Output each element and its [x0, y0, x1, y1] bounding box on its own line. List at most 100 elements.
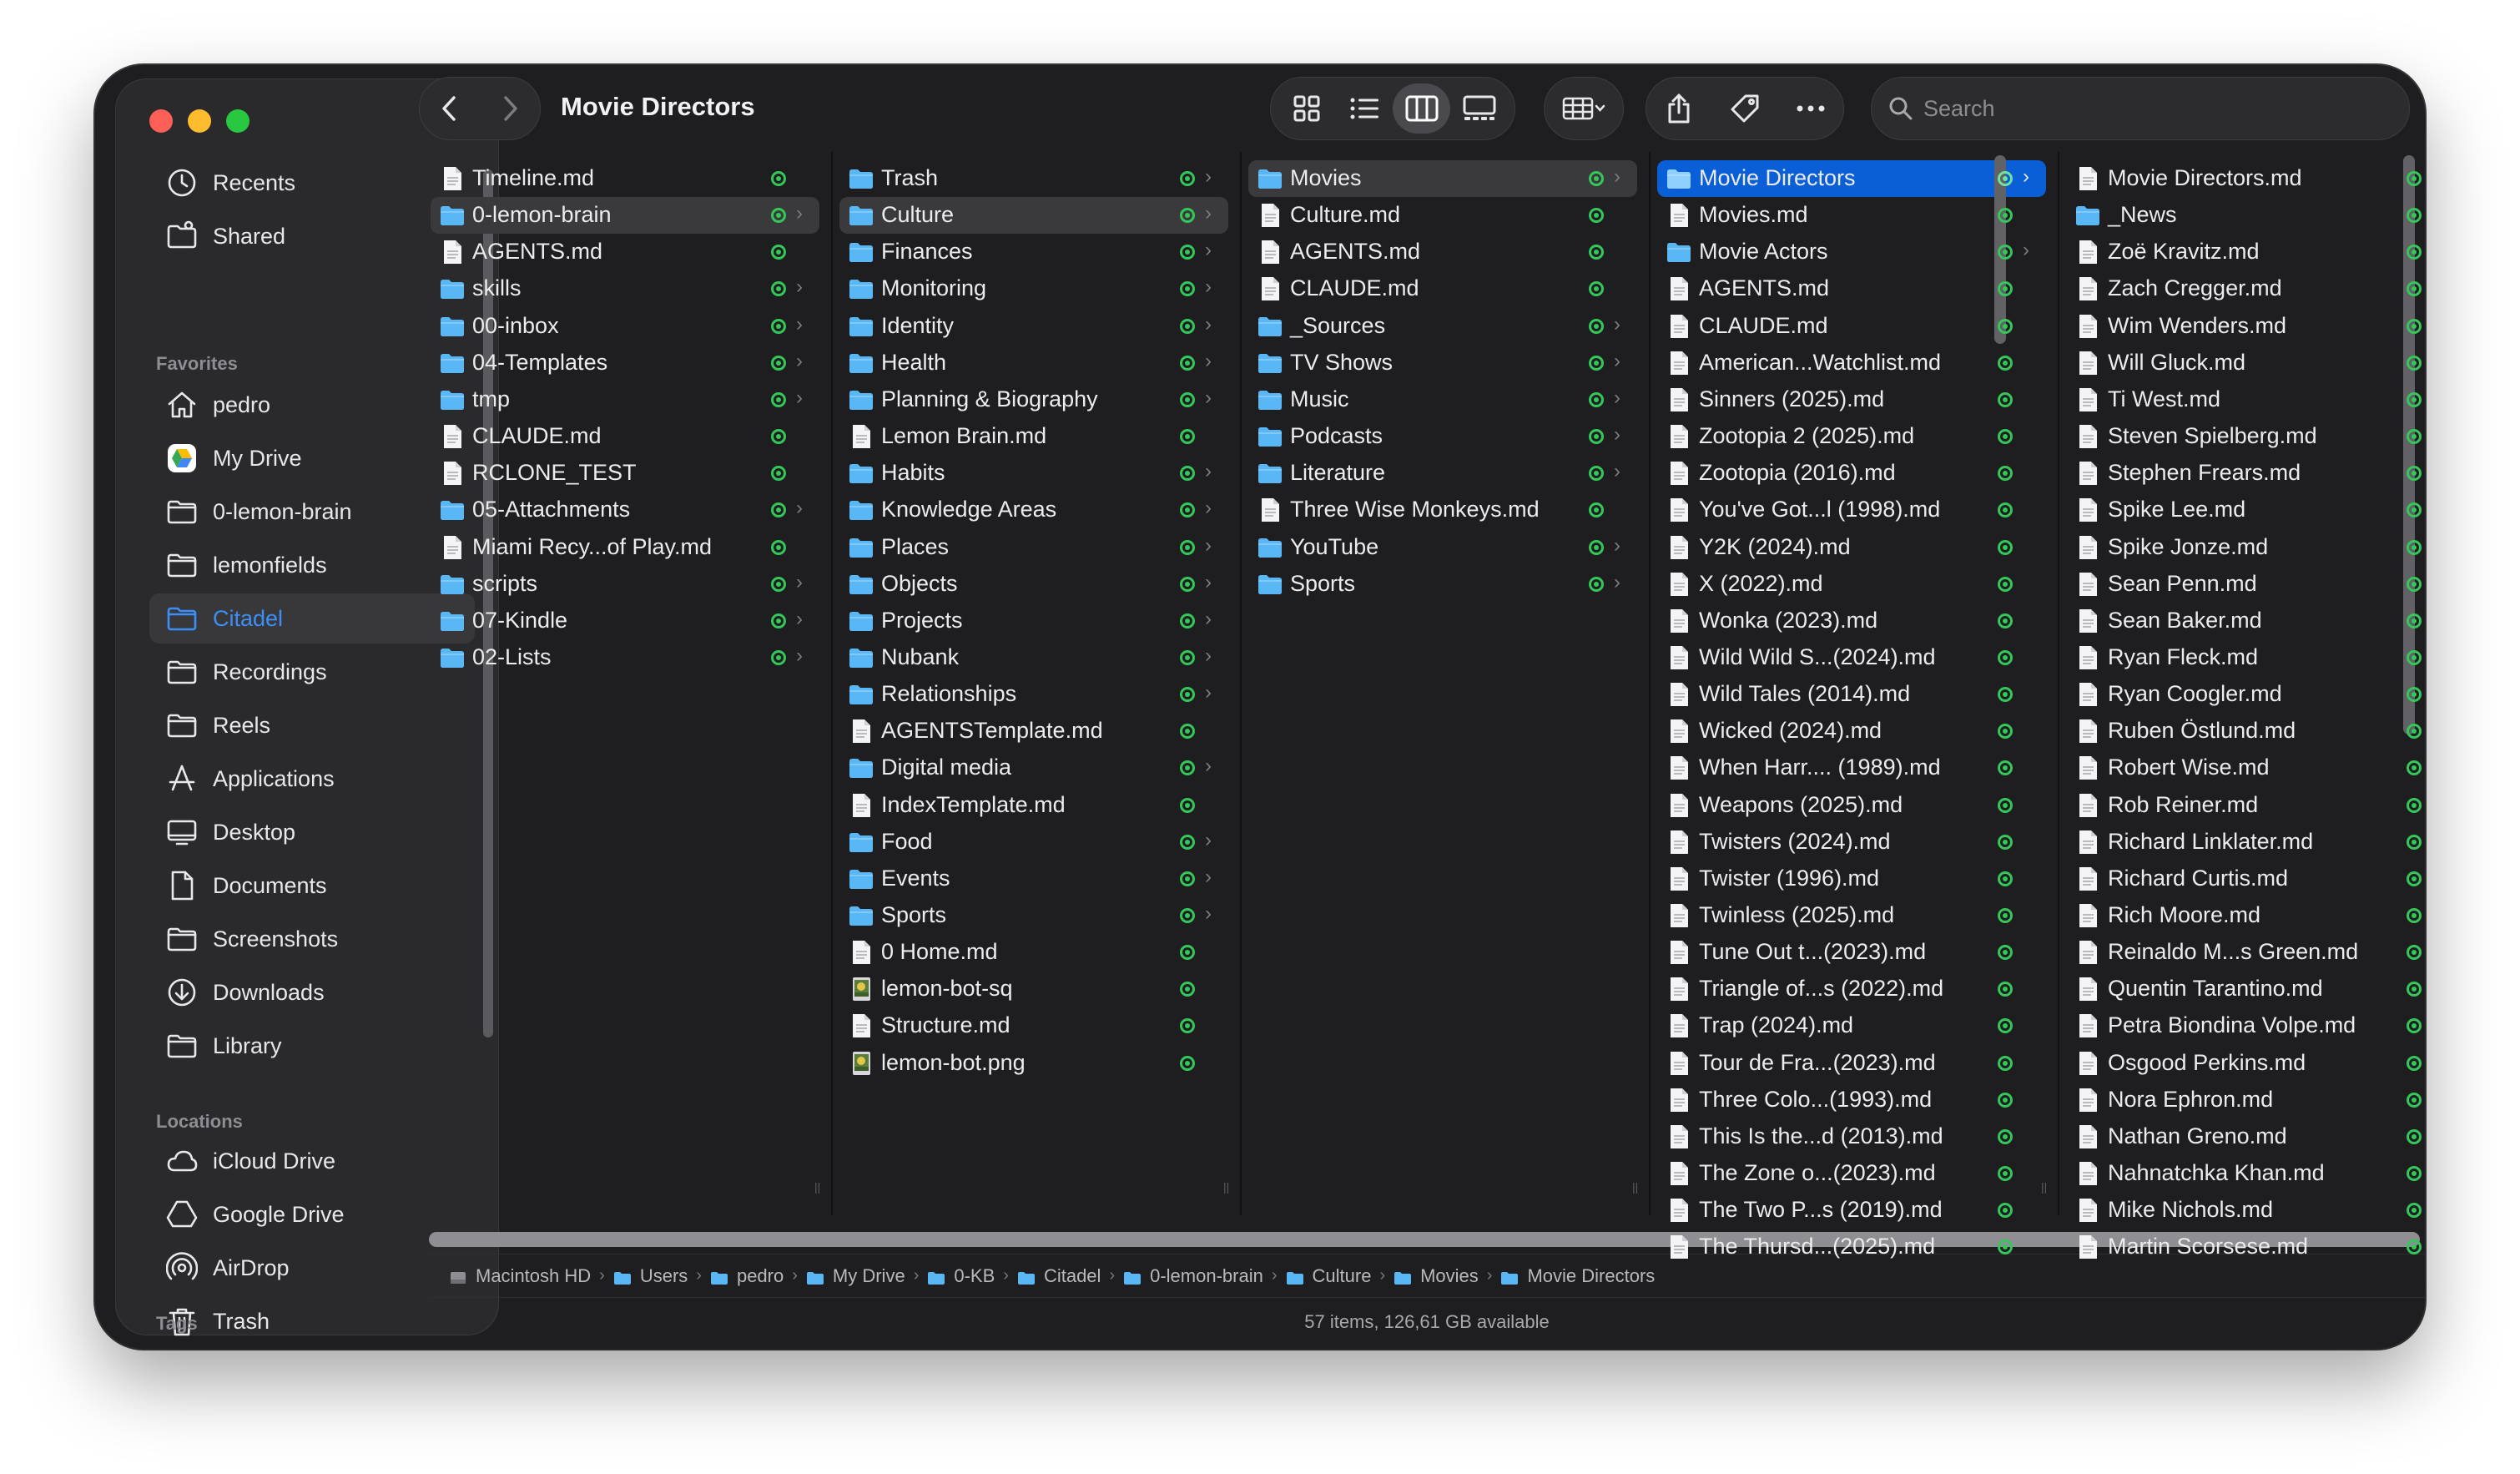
file-row[interactable]: Zach Cregger.md — [2059, 270, 2425, 307]
folder-row[interactable]: Health › — [833, 345, 1240, 381]
icon-view-button[interactable] — [1278, 83, 1335, 134]
file-row[interactable]: Zootopia 2 (2025).md — [1651, 418, 2058, 455]
folder-row[interactable]: 0-lemon-brain › — [424, 197, 831, 235]
path-segment[interactable]: pedro — [710, 1265, 784, 1287]
file-row[interactable]: Tune Out t...(2023).md — [1651, 934, 2058, 971]
file-row[interactable]: Twinless (2025).md — [1651, 897, 2058, 934]
folder-row[interactable]: Events › — [833, 861, 1240, 897]
folder-row[interactable]: Habits › — [833, 455, 1240, 492]
file-row[interactable]: Sean Baker.md — [2059, 603, 2425, 639]
folder-row[interactable]: _Sources › — [1242, 308, 1649, 345]
file-row[interactable]: American...Watchlist.md — [1651, 345, 2058, 381]
file-row[interactable]: Triangle of...s (2022).md — [1651, 971, 2058, 1007]
folder-row[interactable]: Food › — [833, 824, 1240, 861]
browser-column-3[interactable]: Movies › Culture.md AGENTS.md CLAUDE.md _Sour… — [1242, 152, 1651, 1215]
folder-row[interactable]: Podcasts › — [1242, 418, 1649, 455]
file-row[interactable]: Zootopia (2016).md — [1651, 455, 2058, 492]
folder-row[interactable]: Nubank › — [833, 639, 1240, 676]
file-row[interactable]: Wild Tales (2014).md — [1651, 676, 2058, 713]
folder-row[interactable]: skills › — [424, 270, 831, 307]
zoom-window-button[interactable] — [226, 109, 249, 133]
file-row[interactable]: IndexTemplate.md — [833, 787, 1240, 824]
file-row[interactable]: Three Wise Monkeys.md — [1242, 492, 1649, 528]
folder-row[interactable]: Finances › — [833, 234, 1240, 270]
file-row[interactable]: Robert Wise.md — [2059, 750, 2425, 786]
file-row[interactable]: Petra Biondina Volpe.md — [2059, 1007, 2425, 1044]
column-resize-handle[interactable]: || — [814, 1180, 824, 1197]
file-row[interactable]: Three Colo...(1993).md — [1651, 1082, 2058, 1118]
folder-row[interactable]: tmp › — [424, 381, 831, 418]
file-row[interactable]: Structure.md — [833, 1007, 1240, 1044]
column-view-button[interactable] — [1393, 83, 1450, 134]
sidebar-item-trash[interactable]: Trash — [149, 1296, 475, 1346]
file-row[interactable]: Lemon Brain.md — [833, 418, 1240, 455]
column-resize-handle[interactable]: || — [2041, 1180, 2051, 1197]
folder-row[interactable]: Trash › — [833, 160, 1240, 197]
file-row[interactable]: RCLONE_TEST — [424, 455, 831, 492]
folder-row[interactable]: Culture › — [833, 197, 1240, 235]
file-row[interactable]: Y2K (2024).md — [1651, 529, 2058, 566]
browser-column-5[interactable]: Movie Directors.md _News› Zoë Kravitz.md Za… — [2059, 152, 2425, 1259]
folder-row[interactable]: Identity › — [833, 308, 1240, 345]
list-view-button[interactable] — [1335, 83, 1393, 134]
file-row[interactable]: AGENTS.md — [424, 234, 831, 270]
file-row[interactable]: Zoë Kravitz.md — [2059, 234, 2425, 270]
folder-row[interactable]: Sports › — [1242, 566, 1649, 603]
file-row[interactable]: Twisters (2024).md — [1651, 824, 2058, 861]
tag-button[interactable] — [1712, 78, 1778, 139]
file-row[interactable]: Osgood Perkins.md — [2059, 1045, 2425, 1082]
path-segment[interactable]: Citadel — [1017, 1265, 1101, 1287]
file-row[interactable]: Ruben Östlund.md — [2059, 713, 2425, 750]
folder-row[interactable]: 07-Kindle › — [424, 603, 831, 639]
file-row[interactable]: Ti West.md — [2059, 381, 2425, 418]
search-input[interactable] — [1923, 95, 2391, 122]
file-row[interactable]: Movie Directors.md — [2059, 160, 2425, 197]
folder-row[interactable]: 00-inbox › — [424, 308, 831, 345]
share-button[interactable] — [1646, 78, 1712, 139]
file-row[interactable]: CLAUDE.md — [424, 418, 831, 455]
file-row[interactable]: Ryan Fleck.md — [2059, 639, 2425, 676]
back-button[interactable] — [420, 78, 480, 139]
file-row[interactable]: Richard Linklater.md — [2059, 824, 2425, 861]
file-row[interactable]: Stephen Frears.md — [2059, 455, 2425, 492]
folder-row[interactable]: _News› — [2059, 197, 2425, 234]
path-segment[interactable]: Movies — [1394, 1265, 1479, 1287]
folder-row[interactable]: Projects › — [833, 603, 1240, 639]
file-row[interactable]: Trap (2024).md — [1651, 1007, 2058, 1044]
file-row[interactable]: CLAUDE.md — [1242, 270, 1649, 307]
folder-row[interactable]: Monitoring › — [833, 270, 1240, 307]
file-row[interactable]: 0 Home.md — [833, 934, 1240, 971]
file-row[interactable]: This Is the...d (2013).md — [1651, 1118, 2058, 1155]
file-row[interactable]: Timeline.md — [424, 160, 831, 197]
file-row[interactable]: lemon-bot-sq — [833, 971, 1240, 1007]
file-row[interactable]: Twister (1996).md — [1651, 861, 2058, 897]
file-row[interactable]: Nathan Greno.md — [2059, 1118, 2425, 1155]
folder-row[interactable]: Music › — [1242, 381, 1649, 418]
file-row[interactable]: Miami Recy...of Play.md — [424, 529, 831, 566]
more-button[interactable] — [1777, 78, 1843, 139]
forward-button[interactable] — [480, 78, 540, 139]
folder-row[interactable]: Knowledge Areas › — [833, 492, 1240, 528]
gallery-view-button[interactable] — [1450, 83, 1508, 134]
search-field[interactable] — [1871, 77, 2410, 140]
file-row[interactable]: Tour de Fra...(2023).md — [1651, 1045, 2058, 1082]
file-row[interactable]: Nahnatchka Khan.md — [2059, 1155, 2425, 1192]
file-row[interactable]: Culture.md — [1242, 197, 1649, 234]
file-row[interactable]: Reinaldo M...s Green.md — [2059, 934, 2425, 971]
sidebar-item-airdrop[interactable]: AirDrop — [149, 1243, 475, 1293]
file-row[interactable]: Rich Moore.md — [2059, 897, 2425, 934]
path-segment[interactable]: Culture — [1286, 1265, 1371, 1287]
file-row[interactable]: Quentin Tarantino.md — [2059, 971, 2425, 1007]
folder-row[interactable]: 02-Lists › — [424, 639, 831, 676]
file-row[interactable]: Wild Wild S...(2024).md — [1651, 639, 2058, 676]
file-row[interactable]: Nora Ephron.md — [2059, 1082, 2425, 1118]
minimize-window-button[interactable] — [188, 109, 211, 133]
file-row[interactable]: The Zone o...(2023).md — [1651, 1155, 2058, 1192]
column-resize-handle[interactable]: || — [1223, 1180, 1233, 1197]
path-segment[interactable]: Users — [613, 1265, 688, 1287]
file-row[interactable]: AGENTS.md — [1242, 234, 1649, 270]
folder-row[interactable]: Sports › — [833, 897, 1240, 934]
folder-row[interactable]: Movies › — [1242, 160, 1649, 197]
folder-row[interactable]: 05-Attachments › — [424, 492, 831, 528]
folder-row[interactable]: Places › — [833, 529, 1240, 566]
